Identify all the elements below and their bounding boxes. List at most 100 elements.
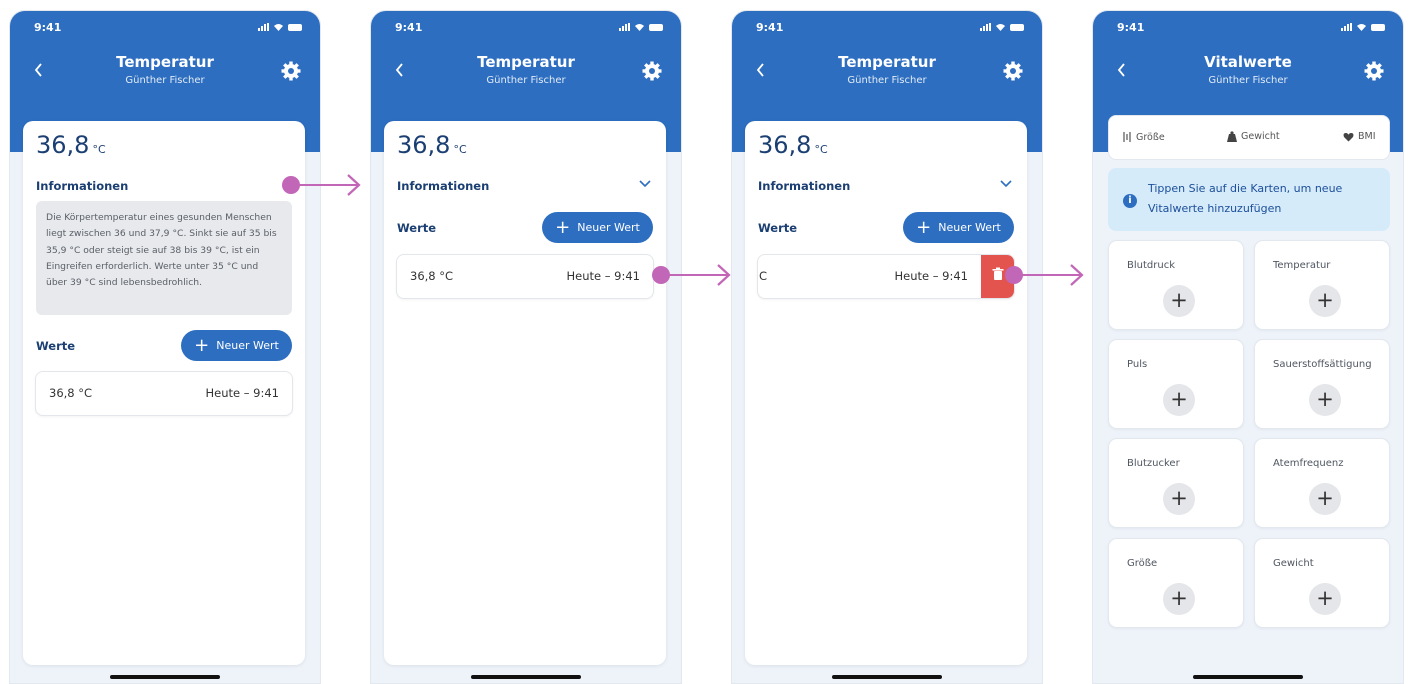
content-sheet: 36,8 °C Informationen Werte + Neuer Wert 3…	[384, 121, 666, 665]
status-icons	[619, 23, 663, 31]
battery-icon	[288, 23, 302, 31]
card-label: Atemfrequenz	[1273, 458, 1344, 469]
home-indicator	[1193, 675, 1303, 679]
flow-arrow-1	[282, 174, 361, 196]
gear-icon[interactable]	[642, 61, 662, 81]
signal-icon	[980, 23, 991, 31]
new-value-label: Neuer Wert	[577, 221, 640, 234]
value-number: 36,8	[397, 131, 451, 159]
gear-icon[interactable]	[281, 61, 301, 81]
card-blood-sugar[interactable]: Blutzucker +	[1108, 438, 1244, 528]
card-label: Gewicht	[1273, 558, 1314, 569]
current-value: 36,8 °C	[397, 131, 467, 159]
tab-size-label: Größe	[1136, 131, 1165, 143]
status-icons	[258, 23, 302, 31]
weight-icon	[1227, 131, 1237, 142]
card-blood-pressure[interactable]: Blutdruck +	[1108, 240, 1244, 330]
wifi-icon	[635, 24, 644, 31]
status-icons	[1341, 23, 1385, 31]
summary-tabs: Größe Gewicht BMI	[1108, 115, 1390, 160]
value-unit: °C	[92, 143, 106, 156]
content-sheet: 36,8 °C Informationen Werte + Neuer Wert C…	[745, 121, 1027, 665]
values-label: Werte	[397, 221, 437, 235]
battery-icon	[1371, 23, 1385, 31]
current-value: 36,8 °C	[36, 131, 106, 159]
value-number: 36,8	[36, 131, 90, 159]
tab-bmi[interactable]: BMI	[1343, 131, 1376, 142]
signal-icon	[258, 23, 269, 31]
card-pulse[interactable]: Puls +	[1108, 339, 1244, 429]
signal-icon	[619, 23, 630, 31]
value-unit: °C	[814, 143, 828, 156]
home-indicator	[832, 675, 942, 679]
new-value-button[interactable]: + Neuer Wert	[542, 212, 653, 243]
signal-icon	[1341, 23, 1352, 31]
status-time: 9:41	[756, 21, 784, 34]
values-label: Werte	[758, 221, 798, 235]
home-indicator	[471, 675, 581, 679]
row-time: Heute – 9:41	[205, 386, 279, 400]
page-title: Temperatur	[477, 53, 575, 71]
add-icon[interactable]: +	[1163, 583, 1195, 615]
wifi-icon	[274, 24, 283, 31]
home-indicator	[110, 675, 220, 679]
card-weight[interactable]: Gewicht +	[1254, 538, 1390, 628]
row-value: 36,8 °C	[49, 386, 93, 400]
status-bar: 9:41	[1093, 11, 1403, 49]
tab-bmi-label: BMI	[1358, 131, 1376, 142]
gear-icon[interactable]	[1003, 61, 1023, 81]
patient-name: Günther Fischer	[486, 75, 566, 86]
card-label: Blutzucker	[1127, 458, 1180, 469]
info-label[interactable]: Informationen	[36, 179, 128, 193]
phone-screen-4: 9:41 Vitalwerte Günther Fischer Größe Ge…	[1092, 10, 1404, 684]
card-label: Puls	[1127, 359, 1148, 370]
patient-name: Günther Fischer	[125, 75, 205, 86]
chevron-down-icon[interactable]	[999, 179, 1013, 189]
add-icon[interactable]: +	[1309, 583, 1341, 615]
value-row-swiped[interactable]: C Heute – 9:41	[757, 254, 1015, 299]
phone-screen-3: 9:41 Temperatur Günther Fischer 36,8 °C I…	[731, 10, 1043, 684]
card-size[interactable]: Größe +	[1108, 538, 1244, 628]
chevron-down-icon[interactable]	[638, 179, 652, 189]
add-icon[interactable]: +	[1163, 384, 1195, 416]
card-label: Größe	[1127, 558, 1158, 569]
battery-icon	[649, 23, 663, 31]
card-temperature[interactable]: Temperatur +	[1254, 240, 1390, 330]
card-oxygen-saturation[interactable]: Sauerstoffsättigung +	[1254, 339, 1390, 429]
value-row[interactable]: 36,8 °C Heute – 9:41	[396, 254, 654, 299]
info-label[interactable]: Informationen	[397, 179, 489, 193]
plus-icon: +	[916, 216, 932, 238]
gear-icon[interactable]	[1364, 61, 1384, 81]
add-icon[interactable]: +	[1163, 483, 1195, 515]
tab-weight[interactable]: Gewicht	[1227, 131, 1280, 142]
card-label: Temperatur	[1273, 260, 1331, 271]
nav-bar: Temperatur Günther Fischer	[732, 51, 1042, 91]
page-title: Vitalwerte	[1204, 53, 1292, 71]
plus-icon: +	[194, 334, 210, 356]
new-value-button[interactable]: + Neuer Wert	[181, 330, 292, 361]
battery-icon	[1010, 23, 1024, 31]
status-time: 9:41	[1117, 21, 1145, 34]
flow-arrow-3	[1005, 264, 1084, 286]
value-row[interactable]: 36,8 °C Heute – 9:41	[35, 371, 293, 416]
add-icon[interactable]: +	[1309, 483, 1341, 515]
flow-arrow-2	[652, 264, 731, 286]
content-sheet: 36,8 °C Informationen Die Körpertemperatu…	[23, 121, 305, 665]
tab-weight-label: Gewicht	[1241, 131, 1280, 142]
card-label: Blutdruck	[1127, 260, 1175, 271]
card-respiratory-rate[interactable]: Atemfrequenz +	[1254, 438, 1390, 528]
add-icon[interactable]: +	[1309, 285, 1341, 317]
info-label[interactable]: Informationen	[758, 179, 850, 193]
tab-size[interactable]: Größe	[1122, 131, 1165, 143]
add-icon[interactable]: +	[1163, 285, 1195, 317]
value-number: 36,8	[758, 131, 812, 159]
card-label: Sauerstoffsättigung	[1273, 359, 1372, 370]
page-title: Temperatur	[116, 53, 214, 71]
status-bar: 9:41	[10, 11, 320, 49]
new-value-button[interactable]: + Neuer Wert	[903, 212, 1014, 243]
nav-bar: Vitalwerte Günther Fischer	[1093, 51, 1403, 91]
patient-name: Günther Fischer	[1208, 75, 1288, 86]
info-banner: i Tippen Sie auf die Karten, um neue Vit…	[1108, 168, 1390, 231]
add-icon[interactable]: +	[1309, 384, 1341, 416]
row-time: Heute – 9:41	[894, 269, 968, 283]
